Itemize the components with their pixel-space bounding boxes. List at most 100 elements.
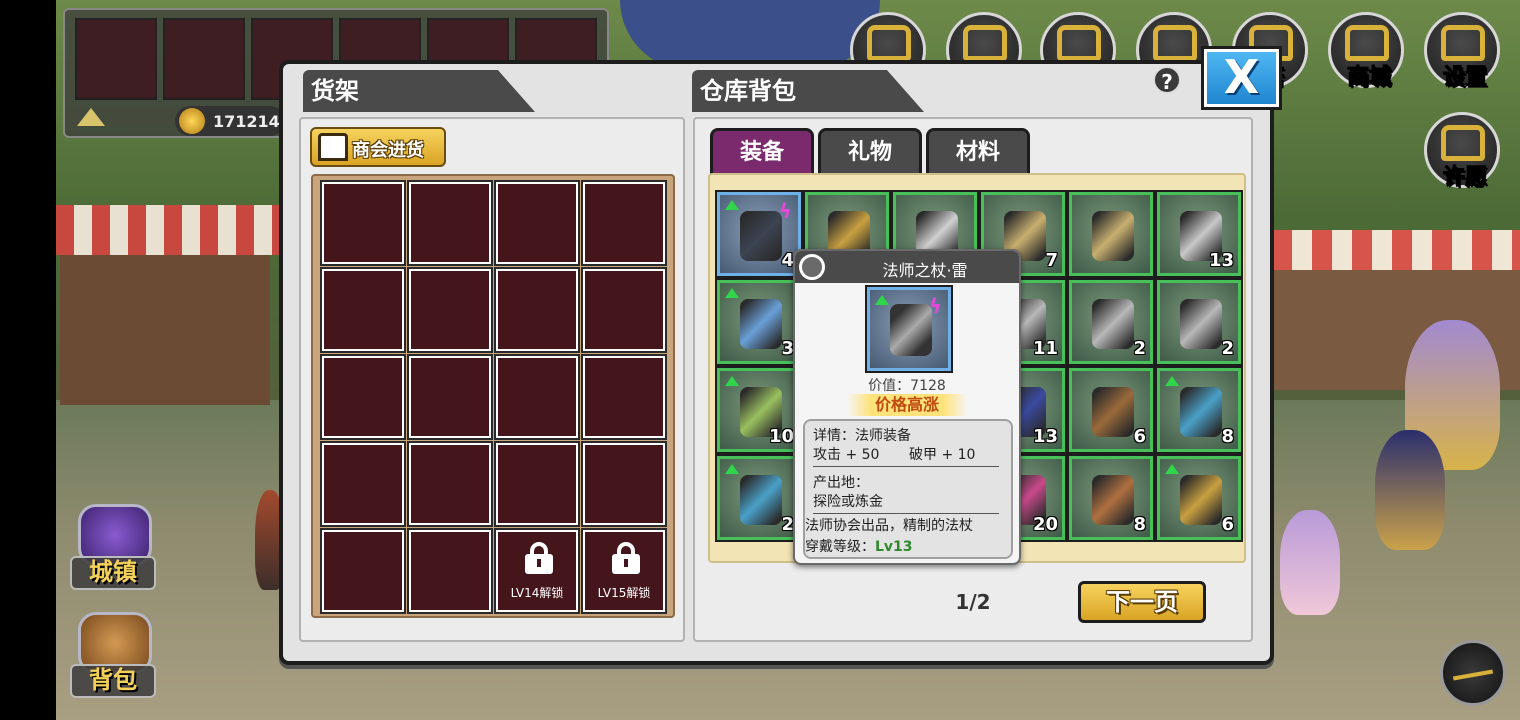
equipment-icon: [1092, 475, 1134, 525]
shelf-slot[interactable]: [407, 441, 493, 527]
shelf-slot[interactable]: [320, 528, 406, 614]
bag-label: 背包: [70, 664, 156, 698]
help-icon[interactable]: ?: [1153, 66, 1181, 94]
tab-equipment[interactable]: 装备: [710, 128, 814, 174]
lightning-icon: ϟ: [928, 294, 942, 318]
upgrade-arrow-icon: [725, 376, 739, 386]
inventory-slot[interactable]: 6: [1155, 454, 1243, 542]
unlock-requirement: LV15解锁: [597, 586, 651, 600]
item-count: 6: [1133, 426, 1146, 447]
item-count: 10: [768, 426, 794, 447]
npc-character[interactable]: [1280, 510, 1340, 615]
wish-icon[interactable]: 许愿: [1424, 112, 1500, 191]
item-count: 13: [1032, 426, 1058, 447]
item-count: 6: [1221, 514, 1234, 535]
town-label: 城镇: [70, 556, 156, 590]
inventory-slot[interactable]: 2: [1067, 278, 1155, 366]
lightning-icon: ϟ: [778, 199, 792, 223]
detail-line: 详情：法师装备: [813, 428, 911, 444]
item-count: 7: [1045, 250, 1058, 271]
upgrade-arrow-icon: [1165, 464, 1179, 474]
locked-shelf-slot[interactable]: LV14解锁: [494, 528, 580, 614]
shelf-slot[interactable]: [320, 180, 406, 266]
awning-left: [56, 205, 286, 255]
shelf-slot[interactable]: [494, 180, 580, 266]
equipment-icon: [1180, 387, 1222, 437]
shelf-slot[interactable]: [581, 267, 667, 353]
tab-gifts[interactable]: 礼物: [818, 128, 922, 174]
upgrade-arrow-icon: [1165, 376, 1179, 386]
equipment-icon: [740, 211, 782, 261]
house-left: [60, 255, 270, 405]
shelf-slot[interactable]: [407, 354, 493, 440]
upgrade-arrow-icon: [725, 288, 739, 298]
divider: [813, 513, 999, 514]
tab-materials[interactable]: 材料: [926, 128, 1030, 174]
upgrade-arrow-icon: [725, 200, 739, 210]
shelf-slot[interactable]: [581, 180, 667, 266]
shelf-slot[interactable]: [581, 354, 667, 440]
screen-edge: [0, 0, 56, 720]
equipment-icon: [740, 475, 782, 525]
item-name: 法师之杖·雷: [882, 261, 968, 280]
compass-icon[interactable]: [1440, 640, 1506, 706]
shop-icon[interactable]: 商城: [1328, 12, 1404, 91]
inventory-slot[interactable]: 2: [715, 454, 803, 542]
quick-slot[interactable]: [163, 18, 245, 100]
lock-icon: [610, 542, 642, 574]
inventory-slot[interactable]: 6: [1067, 366, 1155, 454]
staff-icon: [890, 304, 932, 356]
inventory-slot[interactable]: 8: [1067, 454, 1155, 542]
shelf-slot[interactable]: [494, 441, 580, 527]
town-button[interactable]: 城镇: [70, 500, 160, 590]
item-count: 2: [1221, 338, 1234, 359]
shelf-slot[interactable]: [407, 267, 493, 353]
shelf-slot[interactable]: [320, 441, 406, 527]
item-preview: ϟ: [865, 285, 953, 373]
item-count: 20: [1032, 514, 1058, 535]
inventory-slot[interactable]: 13: [1155, 190, 1243, 278]
magnifier-icon: [799, 254, 825, 280]
equipment-icon: [740, 299, 782, 349]
shelf-slot[interactable]: [494, 354, 580, 440]
item-count: 13: [1208, 250, 1234, 271]
warehouse-title: 仓库背包: [692, 70, 924, 112]
inventory-slot[interactable]: 3: [715, 278, 803, 366]
locked-shelf-slot[interactable]: LV15解锁: [581, 528, 667, 614]
shelf-slot[interactable]: [407, 528, 493, 614]
item-details: 详情：法师装备 攻击 + 50 破甲 + 10 产出地： 探险或炼金 法师协会出…: [803, 419, 1013, 559]
upgrade-arrow-icon: [875, 295, 889, 305]
shelf-slot[interactable]: [320, 267, 406, 353]
divider: [813, 466, 999, 467]
lock-icon: [523, 542, 555, 574]
inventory-slot[interactable]: [1067, 190, 1155, 278]
quick-slot[interactable]: [75, 18, 157, 100]
inventory-slot[interactable]: 2: [1155, 278, 1243, 366]
shop-label: 商城: [1346, 65, 1391, 91]
wear-level: 穿戴等级：Lv13: [805, 539, 913, 555]
origin-label: 产出地：: [813, 475, 869, 491]
restock-label: 商会进货: [352, 140, 424, 161]
restock-button[interactable]: 商会进货: [310, 127, 446, 167]
next-page-button[interactable]: 下一页: [1078, 581, 1206, 623]
expand-up-icon[interactable]: [77, 108, 105, 126]
price-tag: 价格高涨: [847, 394, 967, 416]
item-tooltip: 法师之杖·雷 ϟ 价值：7128 价格高涨 详情：法师装备 攻击 + 50 破甲…: [793, 249, 1021, 565]
tooltip-header: 法师之杖·雷: [795, 251, 1019, 283]
coin-counter: 171214: [175, 106, 285, 136]
settings-icon[interactable]: 设置: [1424, 12, 1500, 91]
shelf-slot[interactable]: [320, 354, 406, 440]
inventory-slot[interactable]: ϟ4: [715, 190, 803, 278]
shelf-slot[interactable]: [407, 180, 493, 266]
inventory-slot[interactable]: 8: [1155, 366, 1243, 454]
store-icon: [318, 133, 348, 161]
shelf-title: 货架: [303, 70, 535, 112]
inventory-slot[interactable]: 10: [715, 366, 803, 454]
close-button[interactable]: X: [1201, 46, 1282, 110]
npc-character[interactable]: [1375, 430, 1445, 550]
awning-right: [1272, 230, 1520, 270]
bag-button[interactable]: 背包: [70, 608, 160, 698]
shelf-slot[interactable]: [494, 267, 580, 353]
unlock-requirement: LV14解锁: [510, 586, 564, 600]
shelf-slot[interactable]: [581, 441, 667, 527]
